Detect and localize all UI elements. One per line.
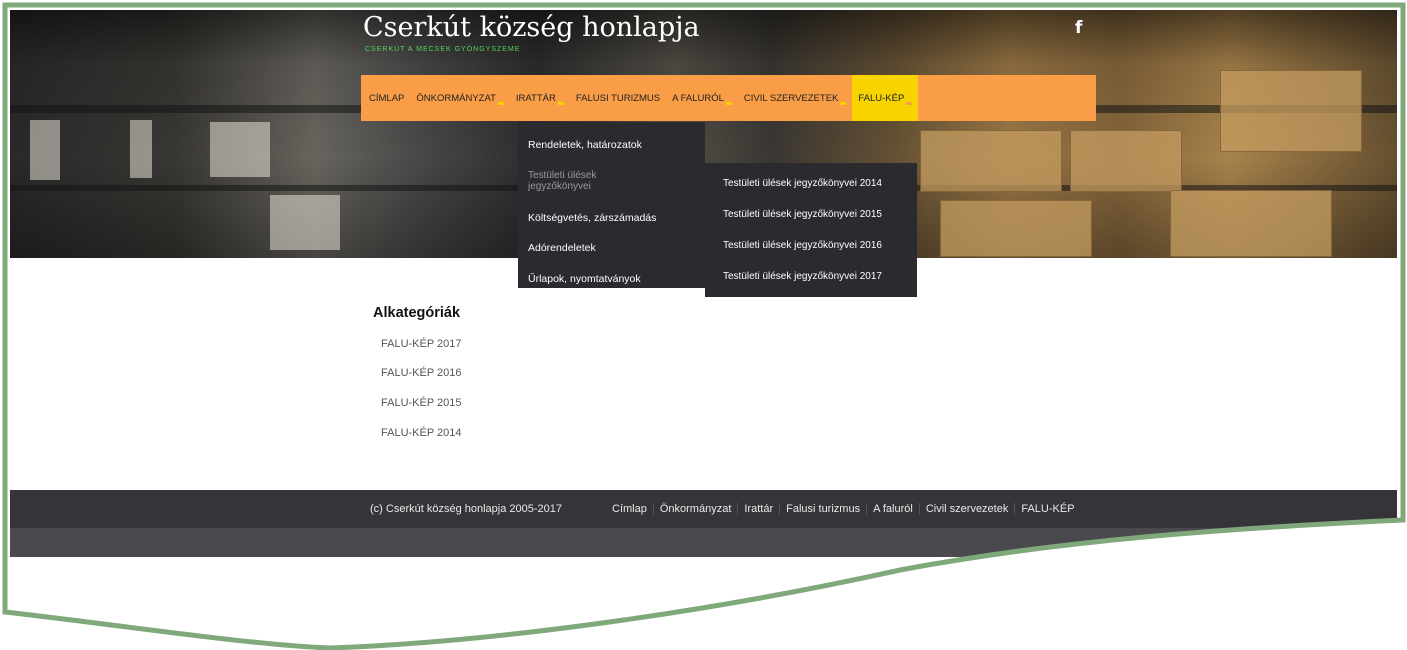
- section-title: Alkategóriák: [373, 305, 461, 321]
- footer-link-irattar[interactable]: Irattár: [737, 503, 779, 515]
- category-link-2014[interactable]: FALU-KÉP 2014: [381, 427, 462, 439]
- footer-link-a-falurol[interactable]: A faluról: [866, 503, 919, 515]
- binder-shape: [130, 120, 152, 178]
- nav-item-falu-kep[interactable]: FALU-KÉP: [852, 75, 919, 121]
- footer-link-falu-kep[interactable]: FALU-KÉP: [1014, 503, 1080, 515]
- category-link-2016[interactable]: FALU-KÉP 2016: [381, 367, 462, 379]
- nav-label: FALU-KÉP: [858, 92, 905, 104]
- facebook-icon[interactable]: f: [1075, 18, 1082, 38]
- dropdown-item-adorendeletek[interactable]: Adórendeletek: [518, 242, 705, 254]
- nav-label: ÖNKORMÁNYZAT: [416, 92, 496, 104]
- dropdown-item-testuleti[interactable]: Testületi ülések jegyzőkönyvei: [518, 170, 638, 192]
- nav-label: IRATTÁR: [515, 92, 556, 104]
- binder-shape: [30, 120, 60, 180]
- binder-shape: [270, 195, 340, 250]
- dropdown-item-rendeletek[interactable]: Rendeletek, határozatok: [518, 139, 705, 151]
- nav-item-irattar[interactable]: IRATTÁR: [510, 75, 570, 121]
- nav-label: CÍMLAP: [369, 92, 405, 104]
- site-subtitle: CSERKÚT A MECSEK GYÖNGYSZEME: [365, 46, 521, 53]
- nav-label: A FALURÓL: [672, 92, 724, 104]
- dropdown-item-koltsegvetes[interactable]: Költségvetés, zárszámadás: [518, 212, 705, 224]
- nav-item-cimlap[interactable]: CÍMLAP: [361, 75, 410, 121]
- main-nav: CÍMLAP ÖNKORMÁNYZAT IRATTÁR FALUSI TURIZ…: [361, 75, 1096, 121]
- testuleti-submenu: Testületi ülések jegyzőkönyvei 2014 Test…: [705, 163, 917, 297]
- binder-shape: [210, 122, 270, 177]
- footer-link-civil-szervezetek[interactable]: Civil szervezetek: [918, 503, 1015, 515]
- submenu-item-2017[interactable]: Testületi ülések jegyzőkönyvei 2017: [723, 271, 882, 282]
- category-link-2017[interactable]: FALU-KÉP 2017: [381, 338, 462, 350]
- box-shape: [1070, 130, 1182, 192]
- nav-item-falusi-turizmus[interactable]: FALUSI TURIZMUS: [570, 75, 666, 121]
- footer-bottom-bar: [10, 528, 1397, 557]
- caret-down-icon: [840, 101, 847, 105]
- dropdown-item-urlapok[interactable]: Űrlapok, nyomtatványok: [518, 273, 705, 285]
- caret-down-icon: [557, 101, 564, 105]
- nav-label: CIVIL SZERVEZETEK: [743, 92, 839, 104]
- footer-link-falusi-turizmus[interactable]: Falusi turizmus: [779, 503, 866, 515]
- caret-down-icon: [906, 101, 913, 105]
- caret-down-icon: [497, 101, 504, 105]
- footer-link-onkormanyzat[interactable]: Önkormányzat: [652, 503, 738, 515]
- nav-item-civil-szervezetek[interactable]: CIVIL SZERVEZETEK: [738, 75, 853, 121]
- footer-link-cimlap[interactable]: Címlap: [606, 503, 653, 515]
- nav-item-onkormanyzat[interactable]: ÖNKORMÁNYZAT: [410, 75, 510, 121]
- box-shape: [1170, 190, 1332, 257]
- box-shape: [920, 130, 1062, 192]
- site-title[interactable]: Cserkút község honlapja: [363, 12, 700, 43]
- box-shape: [940, 200, 1092, 257]
- nav-label: FALUSI TURIZMUS: [575, 92, 661, 104]
- submenu-item-2016[interactable]: Testületi ülések jegyzőkönyvei 2016: [723, 240, 882, 251]
- submenu-item-2014[interactable]: Testületi ülések jegyzőkönyvei 2014: [723, 178, 882, 189]
- page-frame: Cserkút község honlapja CSERKÚT A MECSEK…: [0, 0, 1407, 650]
- category-link-2015[interactable]: FALU-KÉP 2015: [381, 397, 462, 409]
- submenu-item-2015[interactable]: Testületi ülések jegyzőkönyvei 2015: [723, 209, 882, 220]
- footer-links: Címlap Önkormányzat Irattár Falusi turiz…: [606, 503, 1081, 515]
- box-shape: [1220, 70, 1362, 152]
- caret-down-icon: [725, 101, 732, 105]
- footer-copyright: (c) Cserkút község honlapja 2005-2017: [370, 503, 563, 515]
- nav-item-a-falurol[interactable]: A FALURÓL: [666, 75, 738, 121]
- irattar-dropdown: Rendeletek, határozatok Testületi ülések…: [518, 122, 705, 288]
